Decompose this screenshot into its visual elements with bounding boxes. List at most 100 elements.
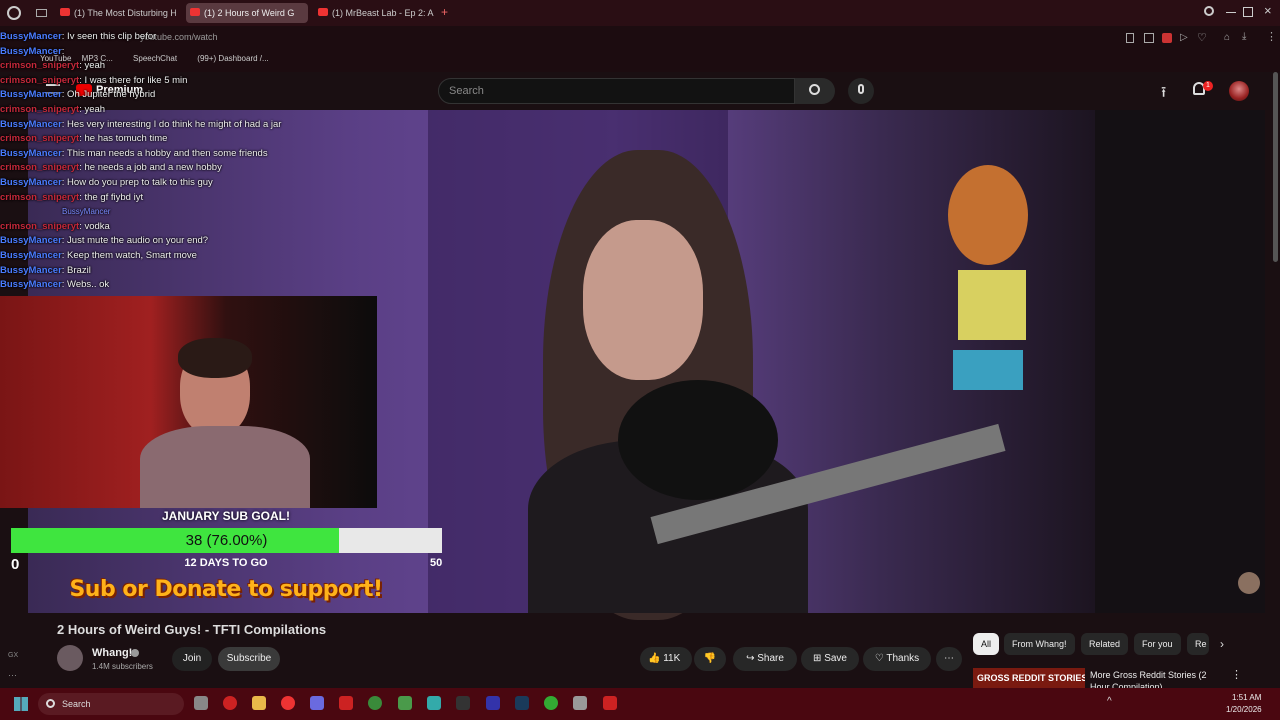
avatar[interactable] — [1229, 81, 1249, 101]
video-title: 2 Hours of Weird Guys! - TFTI Compilatio… — [57, 622, 327, 637]
opera-icon[interactable] — [281, 696, 295, 710]
thanks-button[interactable]: ♡ Thanks — [863, 647, 931, 671]
chat-message: crimson_sniperyt: yeah — [0, 103, 320, 118]
app-icon-teal[interactable] — [427, 696, 441, 710]
task-view-icon[interactable] — [194, 696, 208, 710]
extensions-icon[interactable]: ⌂ — [1224, 32, 1230, 43]
app-icon-green[interactable] — [398, 696, 412, 710]
sidebar-more-icon[interactable]: ⋯ — [8, 670, 17, 681]
chat-text: he needs a job and a new hobby — [81, 162, 222, 174]
windows-start-icon[interactable] — [14, 697, 28, 711]
workspaces-icon[interactable] — [36, 9, 47, 17]
close-icon[interactable]: × — [1264, 3, 1272, 18]
chat-message: BussyMancer: Just mute the audio on your… — [0, 234, 320, 249]
search-button[interactable] — [795, 78, 835, 104]
chat-message: BussyMancer: Oh Jupiter the hybrid — [0, 88, 320, 103]
recommended-menu-icon[interactable]: ⋮ — [1231, 668, 1242, 681]
chat-text: This man needs a hobby and then some fri… — [64, 147, 268, 159]
chat-separator: : — [61, 45, 65, 57]
tab-2[interactable]: (1) 2 Hours of Weird G — [186, 3, 308, 23]
chat-text: he has tomuch time — [81, 133, 168, 145]
microphone — [618, 380, 778, 500]
heart-icon[interactable]: ♡ — [1197, 31, 1207, 44]
browser-tab-bar: (1) The Most Disturbing Hu (1) 2 Hours o… — [0, 0, 1280, 26]
chat-username: BussyMancer — [0, 89, 62, 101]
menu-dots-icon[interactable]: ⋮ — [1266, 30, 1277, 43]
sub-goal-days: 12 DAYS TO GO — [184, 557, 268, 569]
file-explorer-icon[interactable] — [252, 696, 266, 710]
webcam-person-body — [140, 426, 310, 508]
chip-recent[interactable]: Re — [1187, 633, 1209, 655]
chip-related[interactable]: Related — [1081, 633, 1129, 655]
decor-lamp — [958, 270, 1026, 340]
chat-text: Hes very interesting I do think he might… — [64, 118, 282, 130]
notification-badge: 1 — [1203, 81, 1213, 91]
upload-icon[interactable]: ⭱ — [1161, 82, 1166, 107]
sidebar-gx-icon[interactable]: GX — [8, 652, 18, 659]
minimize-icon[interactable] — [1226, 12, 1236, 13]
bookmark-icon[interactable] — [1126, 33, 1134, 43]
maximize-icon[interactable] — [1243, 7, 1253, 17]
chat-message: crimson_sniperyt: yeah — [0, 59, 320, 74]
opera-gx-icon[interactable] — [223, 696, 237, 710]
chat-message: BussyMancer: How do you prep to talk to … — [0, 176, 320, 191]
chat-message: crimson_sniperyt: he needs a job and a n… — [0, 161, 320, 176]
play-icon[interactable]: ▷ — [1180, 32, 1188, 43]
download-icon[interactable]: ⤓ — [1242, 31, 1246, 42]
steam-icon[interactable] — [515, 696, 529, 710]
tray-chevron-icon[interactable]: ^ — [1107, 696, 1112, 707]
browser-logo-icon[interactable] — [7, 6, 21, 20]
screenshot-icon[interactable] — [1144, 33, 1154, 43]
shield-icon[interactable] — [1162, 33, 1172, 43]
chat-username: crimson_sniperyt — [0, 220, 80, 232]
app-icon-gray[interactable] — [573, 696, 587, 710]
dislike-button[interactable]: 👎 — [694, 647, 726, 671]
taskbar-search[interactable]: Search — [38, 693, 184, 715]
chat-text: vodka — [81, 220, 110, 232]
tab-label: (1) MrBeast Lab - Ep 2: A C — [332, 8, 434, 18]
chevron-right-icon[interactable]: › — [1220, 637, 1224, 651]
tab-1[interactable]: (1) The Most Disturbing Hu — [56, 3, 176, 23]
thumbs-up-icon: 👍 — [648, 653, 661, 664]
chat-message: BussyMancer: Webs.. ok — [0, 278, 320, 293]
scrollbar[interactable] — [1273, 72, 1278, 262]
more-actions-button[interactable]: ⋯ — [936, 647, 962, 671]
thumbs-down-icon: 👎 — [703, 653, 717, 664]
like-button[interactable]: 👍 11K — [640, 647, 692, 671]
chip-for-you[interactable]: For you — [1134, 633, 1181, 655]
chat-message: BussyMancer: Keep them watch, Smart move — [0, 249, 320, 264]
chat-message: BussyMancer — [0, 205, 320, 220]
share-button[interactable]: ↪ Share — [733, 647, 797, 671]
like-count: 11K — [663, 653, 681, 664]
discord-icon[interactable] — [310, 696, 324, 710]
voice-search-button[interactable] — [848, 78, 874, 104]
search-input[interactable]: Search — [438, 78, 795, 104]
thanks-icon: ♡ — [874, 653, 887, 664]
new-tab-button[interactable]: + — [441, 5, 448, 19]
adobe-icon[interactable] — [339, 696, 353, 710]
clock-time[interactable]: 1:51 AM — [1232, 693, 1261, 702]
chip-all[interactable]: All — [973, 633, 1000, 655]
recommended-thumbnail[interactable]: GROSS REDDIT STORIES 2 — [973, 668, 1085, 688]
save-button[interactable]: ⊞ Save — [801, 647, 859, 671]
chat-text: How do you prep to talk to this guy — [64, 176, 213, 188]
recommended-title[interactable]: More Gross Reddit Stories (2 Hour Compil… — [1090, 669, 1220, 688]
chat-username: BussyMancer — [0, 264, 62, 276]
xbox-icon[interactable] — [544, 696, 558, 710]
microphone-icon — [858, 84, 864, 94]
join-button[interactable]: Join — [172, 647, 212, 671]
app-icon-active[interactable] — [603, 696, 617, 710]
channel-avatar[interactable] — [57, 645, 83, 671]
app-icon-blue[interactable] — [486, 696, 500, 710]
chat-username: crimson_sniperyt — [0, 60, 80, 72]
tab-label: (1) 2 Hours of Weird G — [204, 8, 295, 18]
search-icon[interactable] — [1204, 6, 1214, 16]
chip-from-channel[interactable]: From Whang! — [1004, 633, 1075, 655]
subscribe-button[interactable]: Subscribe — [218, 647, 280, 671]
tab-3[interactable]: (1) MrBeast Lab - Ep 2: A C — [314, 3, 434, 23]
app-icon-star[interactable] — [456, 696, 470, 710]
chrome-icon[interactable] — [368, 696, 382, 710]
channel-name[interactable]: Whang! — [92, 647, 132, 659]
clock-date[interactable]: 1/20/2026 — [1226, 705, 1262, 714]
chat-username: BussyMancer — [0, 249, 62, 261]
